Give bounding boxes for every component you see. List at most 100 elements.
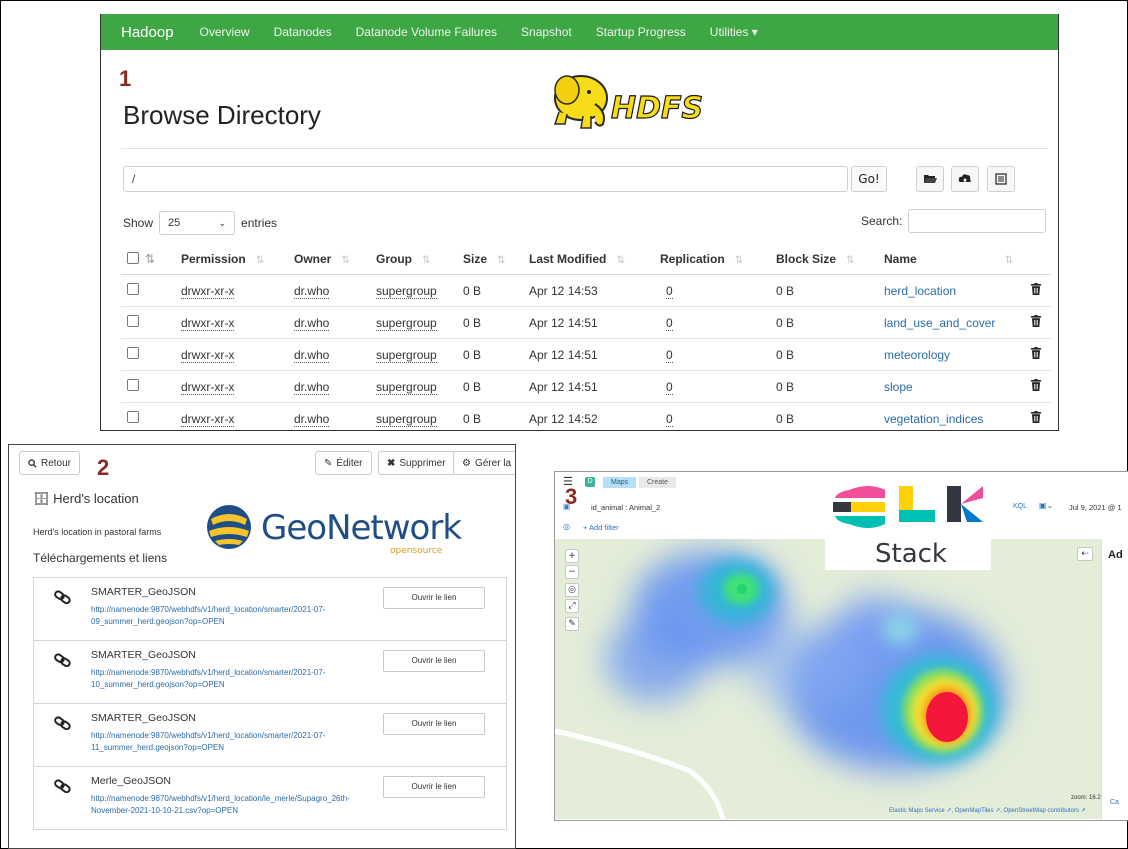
link-url[interactable]: http://namenode:9870/webhdfs/v1/herd_loc… bbox=[91, 604, 369, 628]
cell-name[interactable]: slope bbox=[884, 370, 1024, 403]
permission-value[interactable]: drwxr-xr-x bbox=[181, 283, 235, 299]
file-name-link[interactable]: herd_location bbox=[884, 284, 956, 298]
cell-owner[interactable]: dr.who bbox=[294, 402, 376, 430]
delete-button[interactable]: ✖ Supprimer bbox=[378, 451, 455, 475]
trash-icon[interactable] bbox=[1024, 306, 1051, 339]
legend-toggle-icon[interactable]: ⇠ bbox=[1077, 547, 1093, 561]
link-url[interactable]: http://namenode:9870/webhdfs/v1/herd_loc… bbox=[91, 667, 369, 691]
group-value[interactable]: supergroup bbox=[376, 411, 437, 427]
cell-owner[interactable]: dr.who bbox=[294, 338, 376, 371]
file-name-link[interactable]: meteorology bbox=[884, 348, 950, 362]
col-block-size[interactable]: Block Size ⇅ bbox=[776, 244, 884, 275]
cell-replication[interactable]: 0 bbox=[660, 306, 776, 339]
open-link-button[interactable]: Ouvrir le lien bbox=[383, 713, 485, 735]
cell-replication[interactable]: 0 bbox=[660, 402, 776, 430]
cell-replication[interactable]: 0 bbox=[660, 338, 776, 371]
row-checkbox[interactable] bbox=[121, 306, 145, 339]
add-layer-label[interactable]: Ad bbox=[1108, 549, 1123, 561]
fullscreen-icon[interactable]: ⤢ bbox=[565, 599, 579, 613]
cell-permission[interactable]: drwxr-xr-x bbox=[181, 402, 294, 430]
owner-value[interactable]: dr.who bbox=[294, 379, 330, 395]
replication-value[interactable]: 0 bbox=[666, 315, 673, 331]
nav-utilities[interactable]: Utilities ▾ bbox=[710, 25, 758, 39]
group-value[interactable]: supergroup bbox=[376, 347, 437, 363]
col-last-modified[interactable]: Last Modified ⇅ bbox=[529, 244, 660, 275]
group-value[interactable]: supergroup bbox=[376, 283, 437, 299]
col-size[interactable]: Size ⇅ bbox=[463, 244, 529, 275]
replication-value[interactable]: 0 bbox=[666, 411, 673, 427]
nav-startup-progress[interactable]: Startup Progress bbox=[596, 25, 686, 39]
owner-value[interactable]: dr.who bbox=[294, 347, 330, 363]
edit-button[interactable]: ✎ Éditer bbox=[315, 451, 372, 475]
open-link-button[interactable]: Ouvrir le lien bbox=[383, 650, 485, 672]
hadoop-brand[interactable]: Hadoop bbox=[121, 24, 174, 41]
heatmap-map[interactable]: + − ◎ ⤢ ✎ ⇠ zoom: 16.2 Elastic Maps Serv… bbox=[555, 539, 1101, 819]
date-picker-icon[interactable]: ▣⌄ bbox=[1039, 501, 1053, 510]
upload-button[interactable] bbox=[951, 166, 979, 192]
nav-overview[interactable]: Overview bbox=[200, 25, 250, 39]
cell-name[interactable]: vegetation_indices bbox=[884, 402, 1024, 430]
cell-group[interactable]: supergroup bbox=[376, 306, 463, 339]
cell-group[interactable]: supergroup bbox=[376, 338, 463, 371]
trash-icon[interactable] bbox=[1024, 370, 1051, 403]
nav-snapshot[interactable]: Snapshot bbox=[521, 25, 572, 39]
cell-owner[interactable]: dr.who bbox=[294, 306, 376, 339]
col-owner[interactable]: Owner ⇅ bbox=[294, 244, 376, 275]
manage-button[interactable]: ⚙ Gérer la bbox=[453, 451, 515, 475]
permission-value[interactable]: drwxr-xr-x bbox=[181, 347, 235, 363]
group-value[interactable]: supergroup bbox=[376, 379, 437, 395]
permission-value[interactable]: drwxr-xr-x bbox=[181, 411, 235, 427]
trash-icon[interactable] bbox=[1024, 338, 1051, 371]
breadcrumb-maps[interactable]: Maps bbox=[603, 477, 637, 488]
cut-paste-button[interactable] bbox=[987, 166, 1015, 192]
query-input[interactable]: id_animal : Animal_2 bbox=[591, 503, 660, 512]
permission-value[interactable]: drwxr-xr-x bbox=[181, 379, 235, 395]
trash-icon[interactable] bbox=[1024, 274, 1051, 307]
cancel-label[interactable]: Ca bbox=[1110, 799, 1119, 806]
owner-value[interactable]: dr.who bbox=[294, 411, 330, 427]
go-button[interactable]: Go! bbox=[851, 166, 887, 192]
file-name-link[interactable]: land_use_and_cover bbox=[884, 316, 995, 330]
row-checkbox[interactable] bbox=[121, 402, 145, 430]
owner-value[interactable]: dr.who bbox=[294, 283, 330, 299]
file-name-link[interactable]: slope bbox=[884, 380, 913, 394]
cell-permission[interactable]: drwxr-xr-x bbox=[181, 338, 294, 371]
col-name[interactable]: Name ⇅ bbox=[884, 244, 1024, 275]
permission-value[interactable]: drwxr-xr-x bbox=[181, 315, 235, 331]
draw-tool-icon[interactable]: ✎ bbox=[565, 617, 579, 631]
row-checkbox[interactable] bbox=[121, 338, 145, 371]
cell-replication[interactable]: 0 bbox=[660, 370, 776, 403]
group-value[interactable]: supergroup bbox=[376, 315, 437, 331]
cell-permission[interactable]: drwxr-xr-x bbox=[181, 274, 294, 307]
cell-replication[interactable]: 0 bbox=[660, 274, 776, 307]
date-range[interactable]: Jul 9, 2021 @ 1 bbox=[1069, 503, 1122, 512]
row-checkbox[interactable] bbox=[121, 274, 145, 307]
cell-permission[interactable]: drwxr-xr-x bbox=[181, 306, 294, 339]
replication-value[interactable]: 0 bbox=[666, 379, 673, 395]
kql-toggle[interactable]: KQL bbox=[1013, 503, 1027, 510]
create-directory-button[interactable] bbox=[916, 166, 944, 192]
entries-select[interactable]: 25 ⌄ bbox=[159, 211, 236, 235]
cell-owner[interactable]: dr.who bbox=[294, 370, 376, 403]
zoom-out-button[interactable]: − bbox=[565, 565, 579, 579]
col-group[interactable]: Group ⇅ bbox=[376, 244, 463, 275]
select-all-checkbox[interactable] bbox=[121, 244, 145, 275]
row-checkbox[interactable] bbox=[121, 370, 145, 403]
space-badge[interactable]: D bbox=[585, 477, 595, 487]
search-input[interactable] bbox=[908, 209, 1047, 233]
open-link-button[interactable]: Ouvrir le lien bbox=[383, 587, 485, 609]
sort-asc-icon[interactable]: ⇅ bbox=[145, 244, 181, 275]
col-permission[interactable]: Permission ⇅ bbox=[181, 244, 294, 275]
cell-permission[interactable]: drwxr-xr-x bbox=[181, 370, 294, 403]
cell-group[interactable]: supergroup bbox=[376, 402, 463, 430]
cell-name[interactable]: herd_location bbox=[884, 274, 1024, 307]
path-input[interactable]: / bbox=[123, 166, 848, 192]
nav-datanodes[interactable]: Datanodes bbox=[274, 25, 332, 39]
back-button[interactable]: Retour bbox=[19, 451, 81, 475]
nav-datanode-volume-failures[interactable]: Datanode Volume Failures bbox=[356, 25, 497, 39]
map-attribution[interactable]: Elastic Maps Service ↗, OpenMapTiles ↗, … bbox=[889, 807, 1086, 814]
cell-name[interactable]: land_use_and_cover bbox=[884, 306, 1024, 339]
locate-icon[interactable]: ◎ bbox=[565, 583, 579, 597]
add-filter-button[interactable]: + Add filter bbox=[583, 523, 619, 532]
cell-name[interactable]: meteorology bbox=[884, 338, 1024, 371]
